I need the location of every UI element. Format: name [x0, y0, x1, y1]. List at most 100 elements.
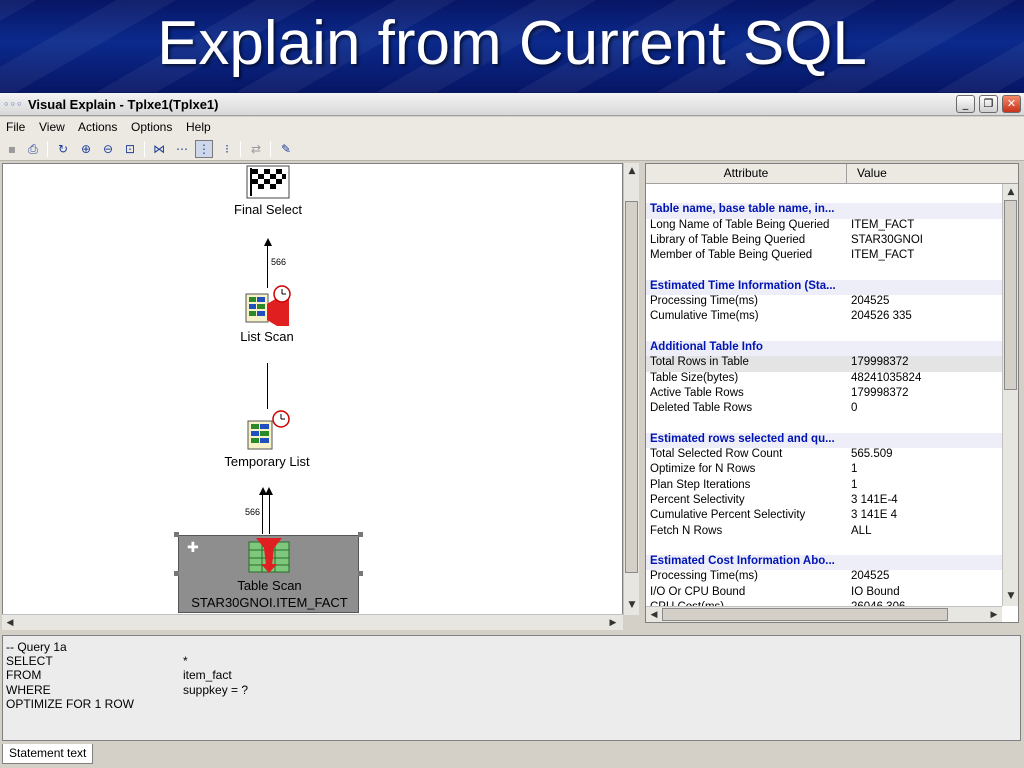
attribute-row[interactable]	[646, 540, 1002, 555]
attribute-vertical-scrollbar[interactable]: ▲ ▼	[1002, 184, 1018, 606]
close-button[interactable]: ✕	[1002, 95, 1021, 113]
attribute-value-cell: 179998372	[851, 356, 909, 369]
attribute-row[interactable]	[646, 188, 1002, 203]
edge-temp-list-to-list-scan[interactable]	[267, 363, 268, 409]
list-scan-icon[interactable]	[243, 284, 293, 328]
attribute-name-cell: Table Size(bytes)	[650, 371, 739, 384]
attribute-name-cell: Fetch N Rows	[650, 524, 723, 537]
graph-vertical-scrollbar[interactable]: ▲ ▼	[623, 163, 639, 615]
window-titlebar[interactable]: ◦◦◦ Visual Explain - Tplxe1(Tplxe1) _ ❐ …	[0, 93, 1024, 116]
vertical-layout-icon[interactable]: ⋮	[195, 140, 213, 158]
scroll-up-icon[interactable]: ▲	[624, 163, 640, 179]
menu-actions[interactable]: Actions	[78, 120, 117, 134]
edge-list-scan-to-final[interactable]	[267, 244, 268, 288]
checkered-flag-icon[interactable]	[246, 165, 290, 199]
attribute-vertical-thumb[interactable]	[1004, 200, 1017, 390]
window-title: Visual Explain - Tplxe1(Tplxe1)	[28, 97, 219, 112]
attribute-row[interactable]: Library of Table Being Queried STAR30GNOI	[646, 234, 1002, 249]
menu-view[interactable]: View	[39, 120, 65, 134]
visual-explain-window: ◦◦◦ Visual Explain - Tplxe1(Tplxe1) _ ❐ …	[0, 93, 1024, 768]
temporary-list-label: Temporary List	[224, 454, 310, 469]
attribute-row[interactable]: Deleted Table Rows 0	[646, 402, 1002, 417]
attribute-value-cell: STAR30GNOI	[851, 233, 923, 246]
attribute-row[interactable]: Cumulative Percent Selectivity 3 141E 4	[646, 509, 1002, 524]
attribute-horizontal-scrollbar[interactable]: ◀ ▶	[646, 606, 1002, 622]
attribute-value-cell: 204526 335	[851, 310, 912, 323]
scroll-down-icon[interactable]: ▼	[624, 597, 640, 613]
table-scan-icon	[248, 538, 290, 573]
menu-options[interactable]: Options	[131, 120, 172, 134]
print-icon[interactable]: ⎙	[24, 140, 42, 158]
attribute-table-header: Attribute Value	[646, 164, 1018, 184]
attribute-row[interactable]: Total Rows in Table 179998372	[646, 356, 1002, 372]
attribute-name-cell: Plan Step Iterations	[650, 478, 751, 491]
attribute-row[interactable]: Optimize for N Rows 1	[646, 463, 1002, 478]
attribute-name-cell: I/O Or CPU Bound	[650, 585, 746, 598]
horizontal-layout-alt-icon[interactable]: ⋯	[173, 140, 191, 158]
attr-scroll-down-icon[interactable]: ▼	[1003, 588, 1018, 604]
zoom-out-icon[interactable]: ⊖	[99, 140, 117, 158]
attr-scroll-left-icon[interactable]: ◀	[646, 607, 662, 622]
attribute-value-cell: 3 141E 4	[851, 509, 898, 522]
explain-icon[interactable]: ✎	[277, 140, 295, 158]
menu-help[interactable]: Help	[186, 120, 211, 134]
attribute-row[interactable]: Member of Table Being Queried ITEM_FACT	[646, 249, 1002, 264]
attribute-row[interactable]: Table Size(bytes) 48241035824	[646, 372, 1002, 387]
attribute-value-cell: 204525	[851, 295, 890, 308]
zoom-in-icon[interactable]: ⊕	[77, 140, 95, 158]
attribute-value-cell: ITEM_FACT	[851, 249, 915, 262]
horizontal-layout-icon[interactable]: ⋈	[150, 140, 168, 158]
temporary-list-icon[interactable]	[245, 409, 293, 453]
graph-vertical-thumb[interactable]	[625, 201, 638, 573]
attribute-section-row[interactable]: Estimated rows selected and qu...	[646, 432, 1002, 449]
table-scan-table-name: STAR30GNOI.ITEM_FACT	[191, 595, 348, 610]
attribute-table[interactable]: Attribute Value Table name, base table n…	[645, 163, 1019, 623]
attribute-row[interactable]: I/O Or CPU Bound IO Bound	[646, 586, 1002, 601]
attribute-horizontal-thumb[interactable]	[662, 608, 948, 621]
tab-statement-text[interactable]: Statement text	[2, 744, 94, 764]
attribute-column-header[interactable]: Attribute	[646, 164, 847, 184]
attribute-value-cell: 204525	[851, 570, 890, 583]
attribute-row[interactable]	[646, 326, 1002, 341]
save-icon[interactable]: ▪	[3, 140, 21, 158]
attribute-row[interactable]: Cumulative Time(ms) 204526 335	[646, 310, 1002, 325]
attribute-value-cell: 0	[851, 402, 858, 415]
expand-icon[interactable]: ✚	[187, 540, 199, 556]
zoom-fit-icon[interactable]: ⊡	[121, 140, 139, 158]
attribute-row[interactable]: Plan Step Iterations 1	[646, 479, 1002, 494]
attr-scroll-up-icon[interactable]: ▲	[1003, 184, 1018, 200]
attribute-row[interactable]: Processing Time(ms) 204525	[646, 295, 1002, 310]
slide-title: Explain from Current SQL	[157, 9, 867, 78]
access-plan-graph[interactable]: Final Select 566 List Scan Temporary Lis…	[2, 163, 623, 615]
attribute-row[interactable]: Total Selected Row Count 565.509	[646, 448, 1002, 463]
maximize-button[interactable]: ❐	[979, 95, 998, 113]
attribute-section-row[interactable]: Estimated Cost Information Abo...	[646, 555, 1002, 571]
scroll-right-icon[interactable]: ▶	[605, 615, 621, 631]
statement-text-area[interactable]: -- Query 1a SELECT * FROM item_fact WHER…	[2, 635, 1021, 741]
attribute-row[interactable]: Active Table Rows 179998372	[646, 387, 1002, 402]
attribute-row[interactable]	[646, 417, 1002, 432]
attribute-name-cell: Estimated Time Information (Sta...	[650, 279, 836, 292]
disabled-action-icon[interactable]: ⇄	[247, 140, 265, 158]
edge-table-scan-to-temp-list[interactable]	[262, 494, 263, 534]
attribute-name-cell: Active Table Rows	[650, 386, 744, 399]
attribute-row[interactable]	[646, 264, 1002, 279]
attribute-row[interactable]: Percent Selectivity 3 141E-4	[646, 494, 1002, 509]
attribute-section-row[interactable]: Table name, base table name, in...	[646, 203, 1002, 219]
attribute-section-row[interactable]: Additional Table Info	[646, 340, 1002, 357]
table-scan-node[interactable]: ✚ Table Scan STAR30GNOI.ITEM_FACT	[178, 535, 359, 613]
scroll-left-icon[interactable]: ◀	[2, 615, 18, 631]
attribute-row[interactable]: Long Name of Table Being Queried ITEM_FAC…	[646, 219, 1002, 234]
edge-row-count-lower: 566	[245, 507, 261, 517]
attribute-row[interactable]: Fetch N Rows ALL	[646, 525, 1002, 540]
graph-horizontal-scrollbar[interactable]: ◀ ▶	[2, 614, 623, 630]
menu-file[interactable]: File	[6, 120, 25, 134]
attribute-row[interactable]: Processing Time(ms) 204525	[646, 570, 1002, 585]
attribute-section-row[interactable]: Estimated Time Information (Sta...	[646, 279, 1002, 296]
attr-scroll-right-icon[interactable]: ▶	[986, 607, 1002, 622]
value-column-header[interactable]: Value	[847, 164, 907, 184]
vertical-layout-alt-icon[interactable]: ⁝	[218, 140, 236, 158]
refresh-icon[interactable]: ↻	[54, 140, 72, 158]
minimize-button[interactable]: _	[956, 95, 975, 113]
attribute-value-cell: 179998372	[851, 386, 909, 399]
